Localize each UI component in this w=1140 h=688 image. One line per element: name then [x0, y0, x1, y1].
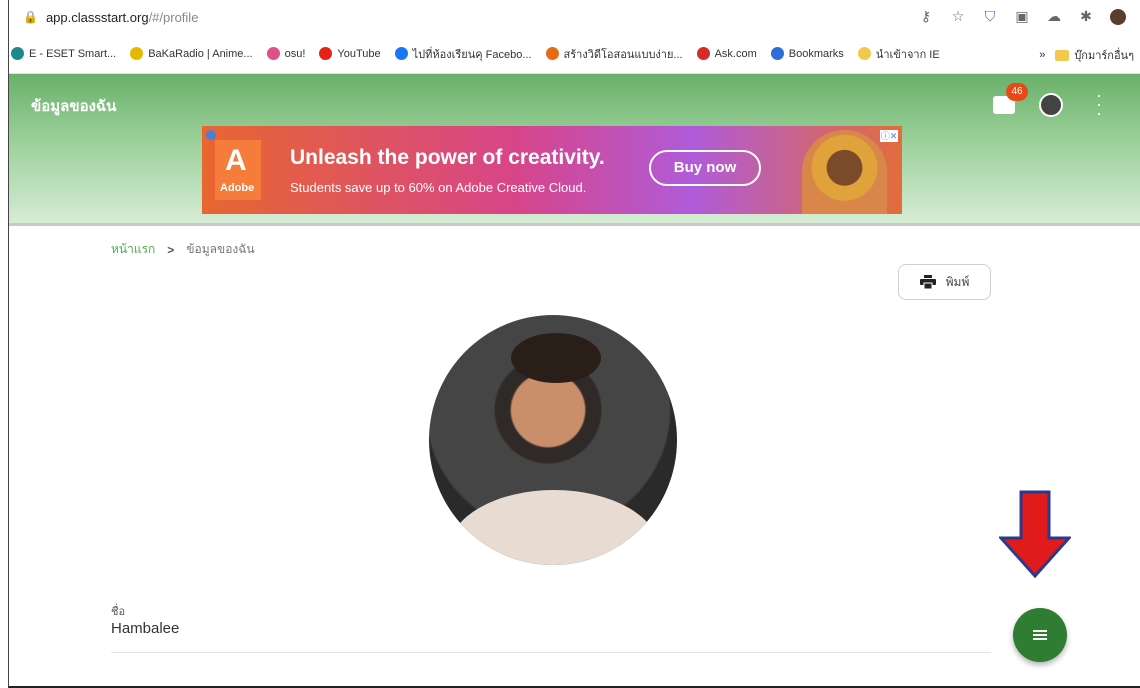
- bookmark-item[interactable]: ไปที่ห้องเรียนคุ Facebo...: [394, 45, 532, 63]
- arrow-down-icon: [999, 490, 1071, 578]
- lock-icon: 🔒: [23, 10, 38, 24]
- bookmark-favicon-icon: [770, 47, 784, 60]
- bookmark-item[interactable]: นำเข้าจาก IE: [857, 45, 940, 63]
- bookmark-favicon-icon: [11, 47, 24, 60]
- name-label: ชื่อ: [111, 606, 126, 618]
- bookmark-label: osu!: [284, 47, 306, 60]
- bookmark-favicon-icon: [857, 47, 871, 60]
- app-header: ข้อมูลของฉัน 46 · · · A Adobe Unleash the …: [9, 74, 1140, 226]
- print-label: พิมพ์: [945, 274, 970, 289]
- notification-badge: 46: [1006, 83, 1028, 101]
- more-vert-icon[interactable]: · · ·: [1095, 86, 1103, 122]
- more-bookmarks-button[interactable]: »: [1039, 49, 1045, 61]
- bookmarks-overflow: » บุ๊กมาร์กอื่นๆ: [1039, 46, 1134, 64]
- bookmark-label: BaKaRadio | Anime...: [148, 47, 253, 60]
- extension-bar: ⚷ ☆ ⛉ ▣ ☁ ✱: [918, 8, 1126, 25]
- address-bar[interactable]: 🔒 app.classstart.org/#/profile ⚷ ☆ ⛉ ▣ ☁…: [9, 0, 1140, 34]
- bookmark-item[interactable]: YouTube: [319, 47, 381, 60]
- bookmark-label: ไปที่ห้องเรียนคุ Facebo...: [412, 48, 532, 61]
- adobe-logo: A Adobe: [215, 140, 261, 200]
- ad-close-icon[interactable]: ⓘ✕: [880, 130, 898, 142]
- bookmark-item[interactable]: BaKaRadio | Anime...: [130, 47, 253, 60]
- bookmark-favicon-icon: [545, 47, 559, 60]
- star-icon[interactable]: ☆: [950, 8, 966, 25]
- menu-fab-button[interactable]: [1013, 608, 1067, 662]
- bookmark-label: Ask.com: [714, 47, 757, 60]
- buy-now-button[interactable]: Buy now: [649, 150, 761, 186]
- name-value: Hambalee: [111, 620, 180, 637]
- key-icon[interactable]: ⚷: [918, 8, 934, 25]
- browser-window: 🔒 app.classstart.org/#/profile ⚷ ☆ ⛉ ▣ ☁…: [8, 0, 1140, 688]
- bookmark-item[interactable]: สร้างวิดีโอสอนแบบง่าย...: [545, 45, 683, 63]
- url-text[interactable]: app.classstart.org/#/profile: [46, 10, 198, 25]
- bookmarks-bar: E - ESET Smart... BaKaRadio | Anime... osu…: [9, 34, 1140, 74]
- bookmark-label: E - ESET Smart...: [29, 47, 117, 60]
- page-title: ข้อมูลของฉัน: [31, 98, 117, 115]
- bookmark-item[interactable]: Bookmarks: [770, 47, 844, 60]
- breadcrumb-current: ข้อมูลของฉัน: [186, 242, 255, 256]
- breadcrumb: หน้าแรก > ข้อมูลของฉัน: [111, 240, 255, 259]
- chevron-right-icon: >: [167, 242, 175, 257]
- puzzle-icon[interactable]: ✱: [1078, 8, 1094, 25]
- profile-photo: [429, 315, 677, 565]
- ad-subline: Students save up to 60% on Adobe Creativ…: [290, 180, 587, 195]
- advertisement-banner[interactable]: A Adobe Unleash the power of creativity.…: [202, 126, 902, 214]
- bookmark-label: นำเข้าจาก IE: [875, 48, 940, 61]
- cloud-icon[interactable]: ☁: [1046, 8, 1062, 25]
- bookmark-label: YouTube: [337, 47, 381, 60]
- bookmark-item[interactable]: Ask.com: [696, 47, 757, 60]
- print-button[interactable]: พิมพ์: [898, 264, 991, 300]
- square-icon[interactable]: ▣: [1014, 8, 1030, 25]
- ad-choices-icon[interactable]: [206, 130, 216, 140]
- bookmark-favicon-icon: [130, 47, 144, 60]
- menu-icon: [1033, 630, 1047, 640]
- bookmark-item[interactable]: osu!: [266, 47, 306, 60]
- bookmark-label: สร้างวิดีโอสอนแบบง่าย...: [563, 48, 683, 61]
- bookmark-item[interactable]: E - ESET Smart...: [11, 47, 116, 60]
- folder-icon: [1055, 49, 1070, 61]
- breadcrumb-home[interactable]: หน้าแรก: [111, 240, 155, 259]
- ad-headline: Unleash the power of creativity.: [290, 146, 605, 169]
- ad-image: [802, 130, 887, 214]
- bookmark-label: Bookmarks: [788, 47, 844, 60]
- divider: [111, 652, 991, 653]
- bookmark-favicon-icon: [319, 47, 333, 60]
- bookmark-favicon-icon: [266, 47, 280, 60]
- bookmark-favicon-icon: [394, 47, 408, 60]
- bookmark-favicon-icon: [696, 47, 710, 60]
- profile-avatar-icon[interactable]: [1110, 8, 1126, 25]
- other-bookmarks-folder[interactable]: บุ๊กมาร์กอื่นๆ: [1055, 46, 1134, 64]
- shield-icon[interactable]: ⛉: [982, 8, 998, 25]
- printer-icon: [919, 275, 936, 289]
- user-avatar[interactable]: [1039, 93, 1063, 117]
